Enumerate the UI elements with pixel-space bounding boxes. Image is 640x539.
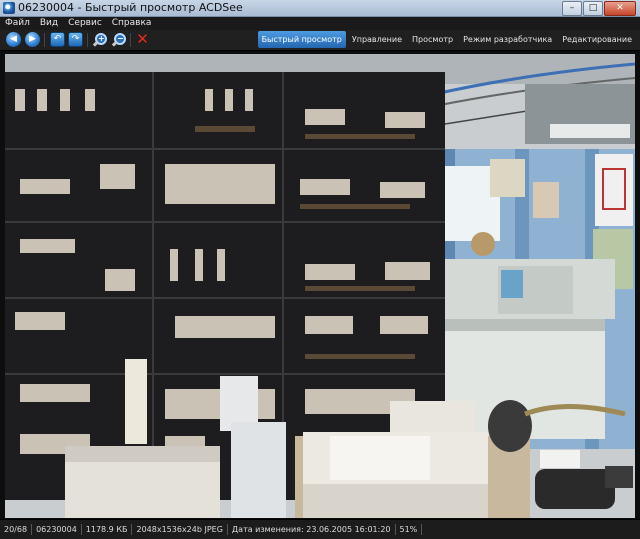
telephone bbox=[605, 466, 633, 488]
paper-roll bbox=[125, 359, 147, 444]
tab-quick-view[interactable]: Быстрый просмотр bbox=[257, 31, 346, 48]
tab-edit[interactable]: Редактирование bbox=[558, 31, 636, 48]
rotate-right-icon: ↷ bbox=[71, 34, 80, 44]
paper-on-device bbox=[330, 436, 430, 480]
image-viewer[interactable] bbox=[0, 51, 640, 519]
rotate-left-icon: ↶ bbox=[53, 34, 62, 44]
acdsee-app-icon bbox=[3, 2, 15, 14]
file-name: 06230004 bbox=[32, 524, 82, 535]
image-dimensions: 2048x1536x24b JPEG bbox=[132, 524, 228, 535]
rotate-right-button[interactable]: ↷ bbox=[68, 32, 83, 47]
zoom-level: 51% bbox=[396, 524, 423, 535]
menu-file[interactable]: Файл bbox=[0, 17, 35, 30]
menu-view[interactable]: Вид bbox=[35, 17, 63, 30]
next-button[interactable]: ▶ bbox=[25, 32, 40, 47]
fluorescent-lamp bbox=[550, 124, 630, 138]
rotate-left-button[interactable]: ↶ bbox=[50, 32, 65, 47]
black-telephone bbox=[535, 469, 615, 509]
zoom-out-button[interactable]: − bbox=[111, 32, 126, 47]
status-bar: 20/68 06230004 1178.9 КБ 2048x1536x24b J… bbox=[0, 519, 640, 539]
paper-sheet bbox=[490, 159, 525, 197]
control-room-photo bbox=[5, 54, 635, 518]
wall-cabinet bbox=[595, 154, 633, 226]
close-button[interactable]: ✕ bbox=[604, 1, 636, 16]
delete-button[interactable]: ✕ bbox=[135, 32, 150, 47]
arrow-left-icon: ◀ bbox=[10, 34, 17, 44]
gauge bbox=[471, 232, 495, 256]
device-front bbox=[303, 484, 488, 518]
white-chair-back bbox=[390, 401, 475, 436]
toolbar-separator bbox=[44, 33, 45, 47]
zoom-out-sign: − bbox=[117, 34, 124, 43]
mode-tabs: Быстрый просмотр Управление Просмотр Реж… bbox=[257, 31, 636, 48]
toolbar: ◀ ▶ ↶ ↷ + − ✕ Быстрый просмотр Управлени… bbox=[0, 30, 640, 51]
prev-button[interactable]: ◀ bbox=[6, 32, 21, 47]
console-screen bbox=[501, 270, 523, 298]
window-controls: – □ ✕ bbox=[562, 1, 636, 16]
zoom-in-button[interactable]: + bbox=[92, 32, 107, 47]
modified-date: Дата изменения: 23.06.2005 16:01:20 bbox=[228, 524, 396, 535]
console-desk bbox=[445, 319, 605, 331]
maximize-button[interactable]: □ bbox=[583, 1, 603, 16]
menu-tools[interactable]: Сервис bbox=[63, 17, 107, 30]
menu-bar: Файл Вид Сервис Справка bbox=[0, 17, 640, 30]
tab-developer-mode[interactable]: Режим разработчика bbox=[459, 31, 556, 48]
file-size: 1178.9 КБ bbox=[82, 524, 133, 535]
arrow-right-icon: ▶ bbox=[29, 34, 36, 44]
desk-lamp bbox=[488, 400, 532, 452]
toolbar-separator bbox=[130, 33, 131, 47]
menu-help[interactable]: Справка bbox=[107, 17, 157, 30]
paper-sheet bbox=[533, 182, 559, 218]
image-position: 20/68 bbox=[0, 524, 33, 535]
white-radiator bbox=[231, 422, 286, 518]
box-lid bbox=[65, 446, 220, 462]
minimize-button[interactable]: – bbox=[562, 1, 582, 16]
tab-view[interactable]: Просмотр bbox=[408, 31, 457, 48]
photo bbox=[5, 54, 635, 518]
title-bar: 06230004 - Быстрый просмотр ACDSee – □ ✕ bbox=[0, 0, 640, 17]
paper-note bbox=[540, 450, 580, 468]
toolbar-separator bbox=[87, 33, 88, 47]
window-title: 06230004 - Быстрый просмотр ACDSee bbox=[18, 1, 243, 14]
zoom-in-sign: + bbox=[98, 34, 105, 43]
tab-manage[interactable]: Управление bbox=[348, 31, 406, 48]
delete-x-icon: ✕ bbox=[136, 30, 149, 48]
